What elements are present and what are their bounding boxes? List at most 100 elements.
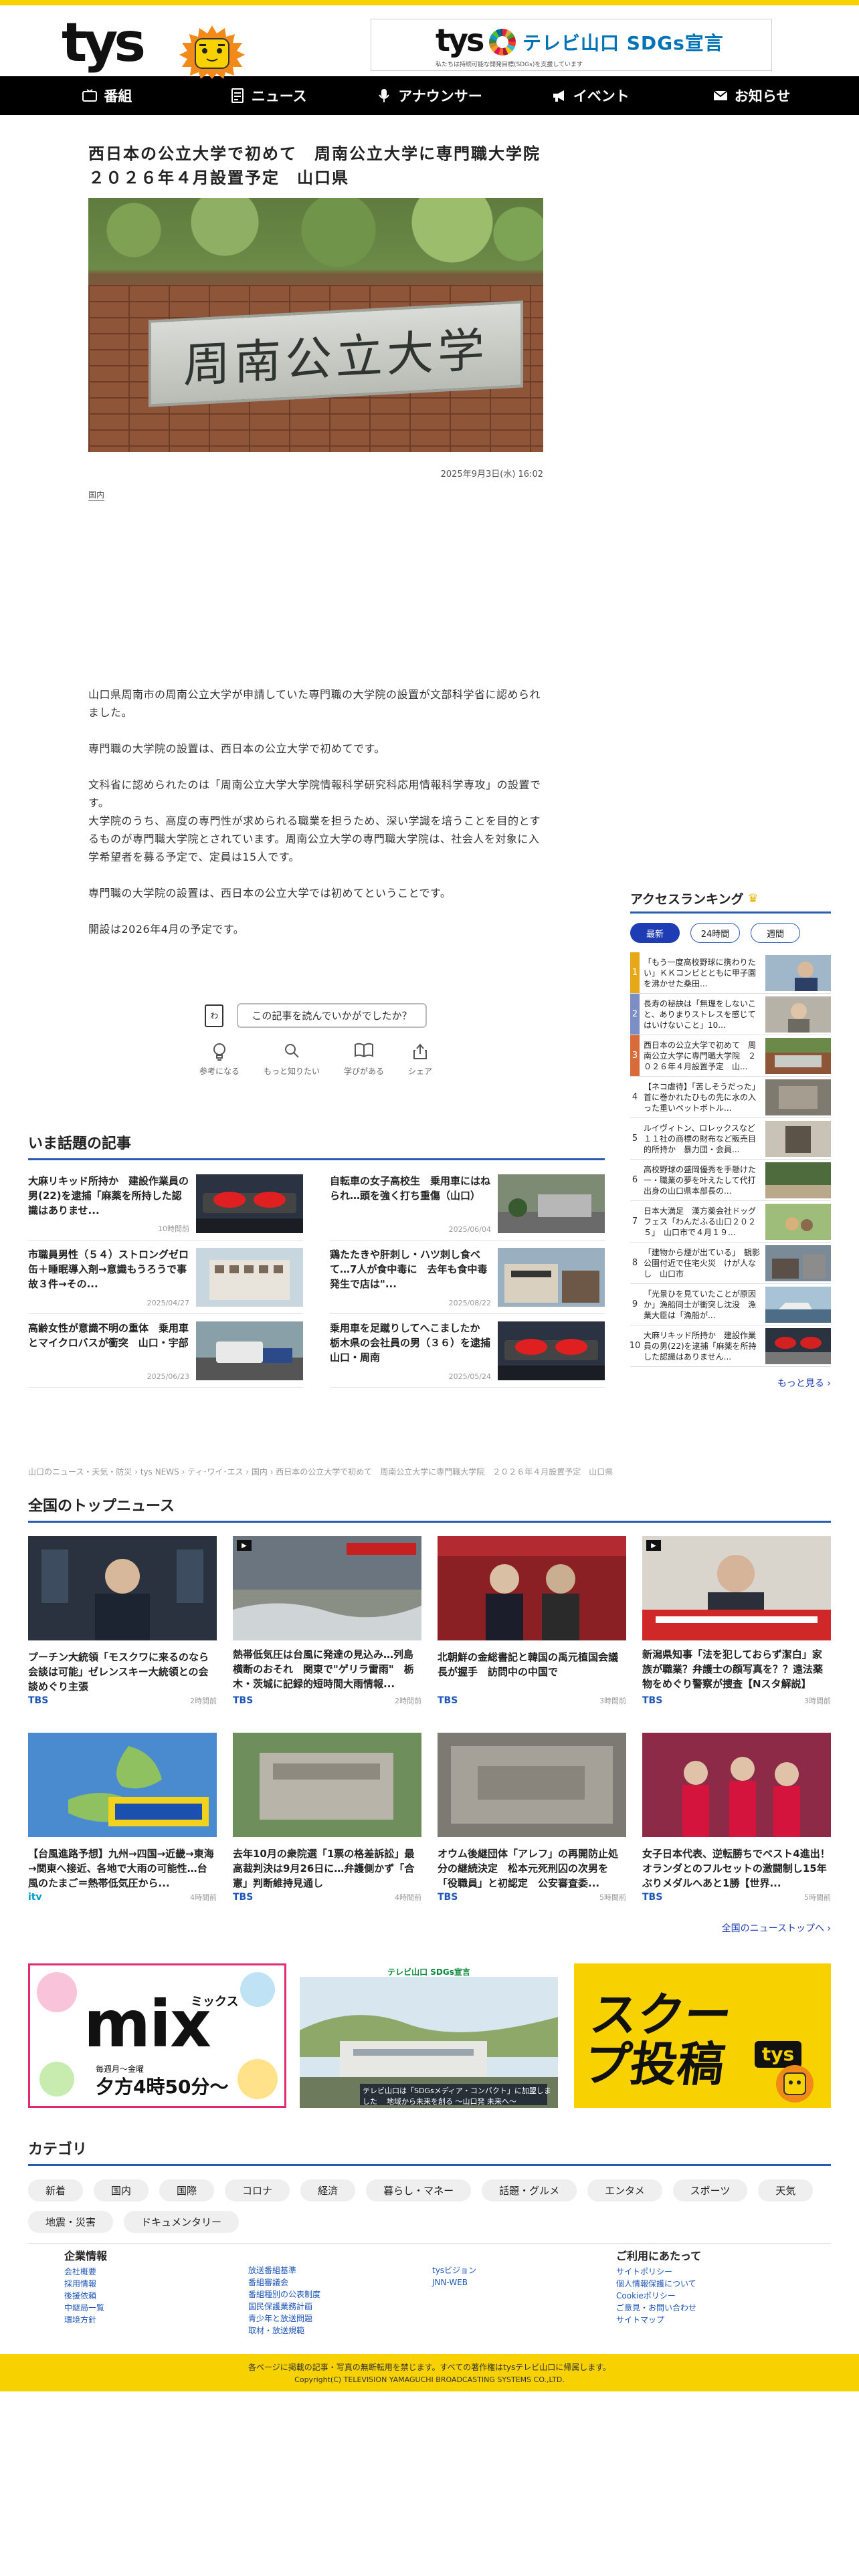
trending-item[interactable]: 市職員男性（５４）ストロングゼロ缶＋睡眠導入剤→意識もうろうで事故３件→その..… <box>28 1241 303 1314</box>
footer-link[interactable]: 取材・放送規範 <box>248 2325 432 2337</box>
category-chip[interactable]: スポーツ <box>672 2179 748 2202</box>
reaction-helpful-button[interactable]: 参考になる <box>199 1043 240 1077</box>
reaction-learning-button[interactable]: 学びがある <box>344 1043 384 1077</box>
nav-item-programs[interactable]: 番組 <box>27 76 188 115</box>
category-chip[interactable]: エンタメ <box>587 2179 662 2202</box>
ranking-thumbnail <box>765 1203 831 1240</box>
nav-item-label: お知らせ <box>734 88 791 104</box>
scoop-submission-banner[interactable]: スクープ投稿 tys <box>574 1963 831 2108</box>
footer-link[interactable]: Cookieポリシー <box>616 2290 800 2302</box>
reaction-question: わ この記事を読んでいかがでしたか？ <box>88 1003 543 1028</box>
ranking-item[interactable]: 5 ルイヴィトン、ロレックスなど１１社の商標の財布など販売目的所持か 暴力団・会… <box>630 1118 831 1160</box>
nav-item-events[interactable]: イベント <box>510 76 671 115</box>
category-chip[interactable]: 話題・グルメ <box>482 2179 577 2202</box>
nav-item-announcers[interactable]: アナウンサー <box>349 76 510 115</box>
national-news-card[interactable]: 去年10月の衆院選「1票の格差訴訟」最高裁判決は9月26日に…弁護側かず「合憲」… <box>233 1733 421 1915</box>
top-accent-bar <box>0 0 859 5</box>
footer-link[interactable]: 個人情報保護について <box>616 2278 800 2290</box>
trending-item[interactable]: 高齢女性が意識不明の重体 乗用車とマイクロバスが衝突 山口・宇部 2025/06… <box>28 1314 303 1388</box>
book-icon <box>354 1043 374 1061</box>
ranking-item-title: 長寿の秘訣は「無理をしないこと、ありまりストレスを感じてはいけないこと」10..… <box>644 998 757 1030</box>
ranking-number: 9 <box>632 1299 638 1309</box>
footer-link[interactable]: サイトポリシー <box>616 2266 800 2278</box>
footer-link[interactable]: 国民保護業務計画 <box>248 2300 432 2313</box>
trending-item[interactable]: 自転車の女子高校生 乗用車にはねられ…頭を強く打ち重傷（山口） 2025/06/… <box>330 1167 605 1241</box>
reaction-share-button[interactable]: シェア <box>408 1043 432 1077</box>
sdgs-header-banner[interactable]: tys テレビ山口 SDGs宣言 私たちは持続可能な開発目標(SDGs)を支援し… <box>371 19 772 71</box>
footer-link[interactable]: 放送番組基準 <box>248 2264 432 2276</box>
national-news-card[interactable]: ▶ 新潟県知事「法を犯しておらず潔白」家族が職業？弁護士の顔写真を？？遠法薬物を… <box>642 1536 831 1718</box>
article-paragraph: 開設は2026年4月の予定です。 <box>88 923 245 936</box>
news-title: プーチン大統領「モスクワに来るのなら会談は可能」ゼレンスキー大統領との会談めぐり… <box>28 1651 209 1693</box>
nav-item-news[interactable]: ニュース <box>188 76 349 115</box>
ranking-item[interactable]: 6 高校野球の盛岡優秀を手懸けた一・職業の夢を叶えたして代打出身の山口県本部長の… <box>630 1160 831 1201</box>
question-icon: わ <box>205 1004 224 1027</box>
ranking-item[interactable]: 3 西日本の公立大学で初めて 周南公立大学に専門職大学院 ２０２６年４月設置予定… <box>630 1035 831 1077</box>
footer-link[interactable]: 会社概要 <box>64 2266 248 2278</box>
footer-link[interactable]: JNN-WEB <box>432 2276 616 2288</box>
footer-link[interactable]: 中継局一覧 <box>64 2302 248 2314</box>
tab-24h[interactable]: 24時間 <box>690 923 740 943</box>
category-chip[interactable]: 国際 <box>159 2179 215 2202</box>
site-footer: 各ページに掲載の記事・写真の無断転用を禁じます。すべての著作権はtysテレビ山口… <box>0 2354 859 2391</box>
trending-item[interactable]: 大麻リキッド所持か 建設作業員の男(22)を逮捕「麻薬を所持した認識はありませ.… <box>28 1167 303 1241</box>
site-header: tys tys テレビ山口 SDGs宣言 私たちは持続可能な開発目標(SDGs)… <box>0 5 859 79</box>
ranking-item[interactable]: 2 長寿の秘訣は「無理をしないこと、ありまりストレスを感じてはいけないこと」10… <box>630 994 831 1035</box>
category-chip[interactable]: 経済 <box>300 2179 356 2202</box>
footer-link[interactable]: 後援依頼 <box>64 2290 248 2302</box>
footer-link[interactable]: 番組審議会 <box>248 2276 432 2288</box>
ranking-item[interactable]: 10 大麻リキッド所持か 建設作業員の男(22)を逮捕「麻薬を所持した認識はあり… <box>630 1325 831 1367</box>
national-news-card[interactable]: プーチン大統領「モスクワに来るのなら会談は可能」ゼレンスキー大統領との会談めぐり… <box>28 1536 217 1718</box>
tab-weekly[interactable]: 週間 <box>751 923 800 943</box>
trending-item[interactable]: 乗用車を足蹴りしてへこましたか 栃木県の会社員の男（３６）を逮捕 山口・周南 2… <box>330 1314 605 1388</box>
category-chip[interactable]: 天気 <box>758 2179 814 2202</box>
mail-icon <box>713 88 728 103</box>
national-news-card[interactable]: 【台風進路予想】九州→四国→近畿→東海→関東へ接近、各地で大雨の可能性…台風のた… <box>28 1733 217 1915</box>
ranking-item[interactable]: 8 「建物から煙が出ている」 観影公園付近で住宅火災 けが人なし 山口市 <box>630 1243 831 1284</box>
breadcrumb[interactable]: 山口のニュース・天気・防災 › tys NEWS › ティ･ワイ･エス › 国内… <box>28 1466 831 1477</box>
share-icon <box>413 1043 427 1061</box>
trending-item-text: 自転車の女子高校生 乗用車にはねられ…頭を強く打ち重傷（山口） 2025/06/… <box>330 1174 491 1234</box>
trending-item-text: 乗用車を足蹴りしてへこましたか 栃木県の会社員の男（３６）を逮捕 山口・周南 2… <box>330 1321 501 1381</box>
trending-item[interactable]: 鶏たたきや肝刺し・ハツ刺し食べて…7人が食中毒に 去年も食中毒発生で店は"...… <box>330 1241 605 1314</box>
mix-program-banner[interactable]: mix ミックス 毎週月〜金曜 夕方4時50分〜 <box>28 1963 286 2108</box>
nav-item-notices[interactable]: お知らせ <box>671 76 832 115</box>
footer-link[interactable]: サイトマップ <box>616 2314 800 2326</box>
national-news-card[interactable]: ▶ 熱帯低気圧は台風に発達の見込み…列島横断のおそれ 関東で"ゲリラ雷雨" 栃木… <box>233 1536 421 1718</box>
site-logo[interactable]: tys <box>62 16 146 70</box>
footer-link[interactable]: 採用情報 <box>64 2278 248 2290</box>
footer-link[interactable]: 環境方針 <box>64 2314 248 2326</box>
search-icon <box>284 1043 300 1061</box>
national-news-more-link[interactable]: 全国のニューストップへ › <box>28 1921 831 1935</box>
news-source-label: TBS <box>28 1695 49 1706</box>
ranking-item[interactable]: 7 日本大満足 漢方薬会社ドッグフェス「わんだふる山口２０２５」 山口市で４月１… <box>630 1201 831 1243</box>
ranking-item-title: 高校野球の盛岡優秀を手懸けた一・職業の夢を叶えたして代打出身の山口県本部長の..… <box>644 1164 757 1196</box>
ranking-item-title: 「光景ひを見ていたことが原因か」漁船同士が衝突し沈没 漁業大臣は「漁船が... <box>644 1289 757 1320</box>
crown-icon: ♛ <box>747 891 759 905</box>
ranking-item[interactable]: 1 「もう一度高校野球に携わりたい」ＫＫコンビとともに甲子園を沸かせた桑田... <box>630 952 831 994</box>
ranking-item[interactable]: 9 「光景ひを見ていたことが原因か」漁船同士が衝突し沈没 漁業大臣は「漁船が..… <box>630 1284 831 1325</box>
tab-latest[interactable]: 最新 <box>630 923 680 943</box>
category-chip[interactable]: コロナ <box>225 2179 290 2202</box>
trending-articles: いま話題の記事 大麻リキッド所持か 建設作業員の男(22)を逮捕「麻薬を所持した… <box>28 1132 605 1388</box>
ranking-item[interactable]: 4 【ネコ虐待】「苦しそうだった」首に巻かれたひもの先に水の入った重いペットボト… <box>630 1077 831 1118</box>
category-chip[interactable]: 地震・災害 <box>28 2211 114 2233</box>
category-chip[interactable]: ドキュメンタリー <box>124 2211 240 2233</box>
reaction-know-more-button[interactable]: もっと知りたい <box>264 1043 320 1077</box>
article-category-tag[interactable]: 国内 <box>88 489 105 501</box>
category-chip[interactable]: 国内 <box>94 2179 149 2202</box>
national-news-card[interactable]: オウム後継団体「アレフ」の再開防止処分の継続決定 松本元死刑囚の次男を「役職員」… <box>438 1733 626 1915</box>
trending-item-title: 乗用車を足蹴りしてへこましたか 栃木県の会社員の男（３６）を逮捕 山口・周南 <box>330 1321 501 1364</box>
footer-link[interactable]: ご意見・お問い合わせ <box>616 2302 800 2314</box>
sdgs-declaration-banner[interactable]: テレビ山口 SDGs宣言 テレビ山口は「SDGsメディア・コンパクト」に加盟しま… <box>300 1963 558 2108</box>
footer-link[interactable]: 青少年と放送問題 <box>248 2313 432 2325</box>
national-news-card[interactable]: 北朝鮮の金総書記と韓国の禹元植国会議長が握手 訪問中の中国で TBS 3時間前 <box>438 1536 626 1718</box>
national-news-card[interactable]: 女子日本代表、逆転勝ちでベスト4進出！オランダとのフルセットの激闘制し15年ぶり… <box>642 1733 831 1915</box>
footer-link[interactable]: 番組種別の公表制度 <box>248 2288 432 2300</box>
nav-item-label: ニュース <box>251 88 307 104</box>
category-chip[interactable]: 暮らし・マネー <box>366 2179 472 2202</box>
footer-link[interactable]: tysビジョン <box>432 2264 616 2276</box>
category-chip[interactable]: 新着 <box>28 2179 84 2202</box>
article-datetime: 2025年9月3日(水) 16:02 <box>440 469 543 479</box>
ranking-more-link[interactable]: もっと見る › <box>630 1376 831 1390</box>
